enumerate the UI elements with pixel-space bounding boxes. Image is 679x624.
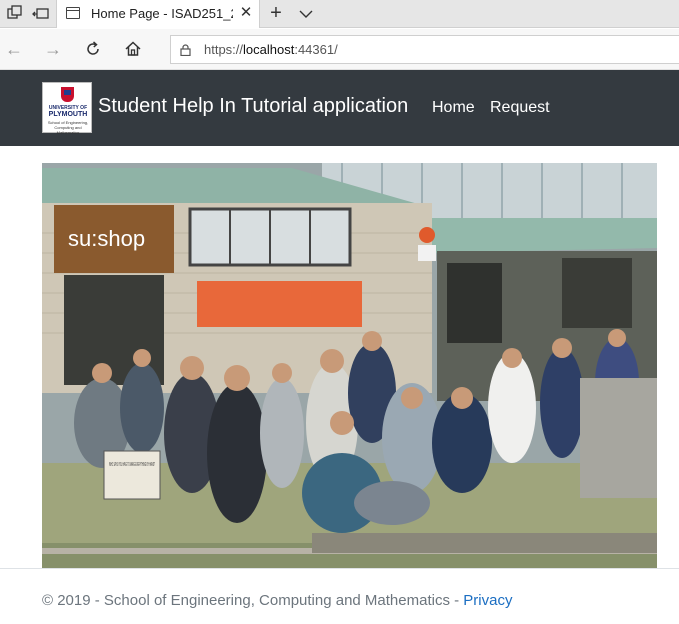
site-footer: © 2019 - School of Engineering, Computin…	[0, 568, 679, 624]
footer-text: © 2019 - School of Engineering, Computin…	[42, 592, 512, 609]
logo-line-2: PLYMOUTH	[48, 111, 88, 118]
active-tab[interactable]: Home Page - ISAD251_2 ✕	[56, 0, 260, 28]
browser-toolbar: ← → https://localhost:44361/	[0, 29, 679, 70]
navbar-brand[interactable]: Student Help In Tutorial application	[98, 95, 408, 118]
url-port-path: :44361/	[294, 42, 338, 57]
page-icon	[66, 7, 80, 19]
tab-actions-icon[interactable]	[6, 5, 24, 23]
home-icon[interactable]	[123, 39, 143, 59]
tote-bag-text: WHO SAYS YOU HAVE TO MAKE EVERYTHING BY …	[109, 462, 155, 468]
refresh-icon[interactable]	[83, 39, 103, 59]
back-arrow-icon[interactable]: ←	[4, 39, 24, 59]
nav-link-home[interactable]: Home	[432, 99, 475, 117]
browser-tab-bar: Home Page - ISAD251_2 ✕ +	[0, 0, 679, 28]
logo-line-3: School of Engineering, Computing and Mat…	[47, 120, 89, 135]
lock-icon	[180, 44, 191, 56]
nav-link-request[interactable]: Request	[490, 99, 550, 117]
hero-image: su:shop WHO SAYS YOU HAVE TO MAKE EVERYT…	[42, 163, 657, 571]
campus-photo: su:shop WHO SAYS YOU HAVE TO MAKE EVERYT…	[42, 163, 657, 571]
shop-sign-text: su:shop	[68, 226, 145, 251]
tab-title: Home Page - ISAD251_2	[91, 6, 233, 21]
forward-arrow-icon[interactable]: →	[43, 39, 63, 59]
url-scheme: https://	[204, 42, 244, 57]
address-bar[interactable]: https://localhost:44361/	[170, 35, 679, 64]
plus-icon[interactable]: +	[265, 2, 287, 24]
crest-icon	[61, 87, 74, 102]
privacy-link[interactable]: Privacy	[463, 592, 512, 609]
university-logo[interactable]: UNIVERSITY OF PLYMOUTH School of Enginee…	[42, 82, 92, 135]
close-icon[interactable]: ✕	[238, 4, 254, 22]
url-text[interactable]: https://localhost:44361/	[204, 42, 338, 57]
site-navbar: UNIVERSITY OF PLYMOUTH School of Enginee…	[0, 70, 679, 146]
chevron-down-icon[interactable]	[298, 6, 314, 22]
copyright-text: © 2019 - School of Engineering, Computin…	[42, 592, 464, 609]
url-host: localhost	[243, 42, 295, 57]
back-tabs-icon[interactable]	[32, 5, 50, 23]
